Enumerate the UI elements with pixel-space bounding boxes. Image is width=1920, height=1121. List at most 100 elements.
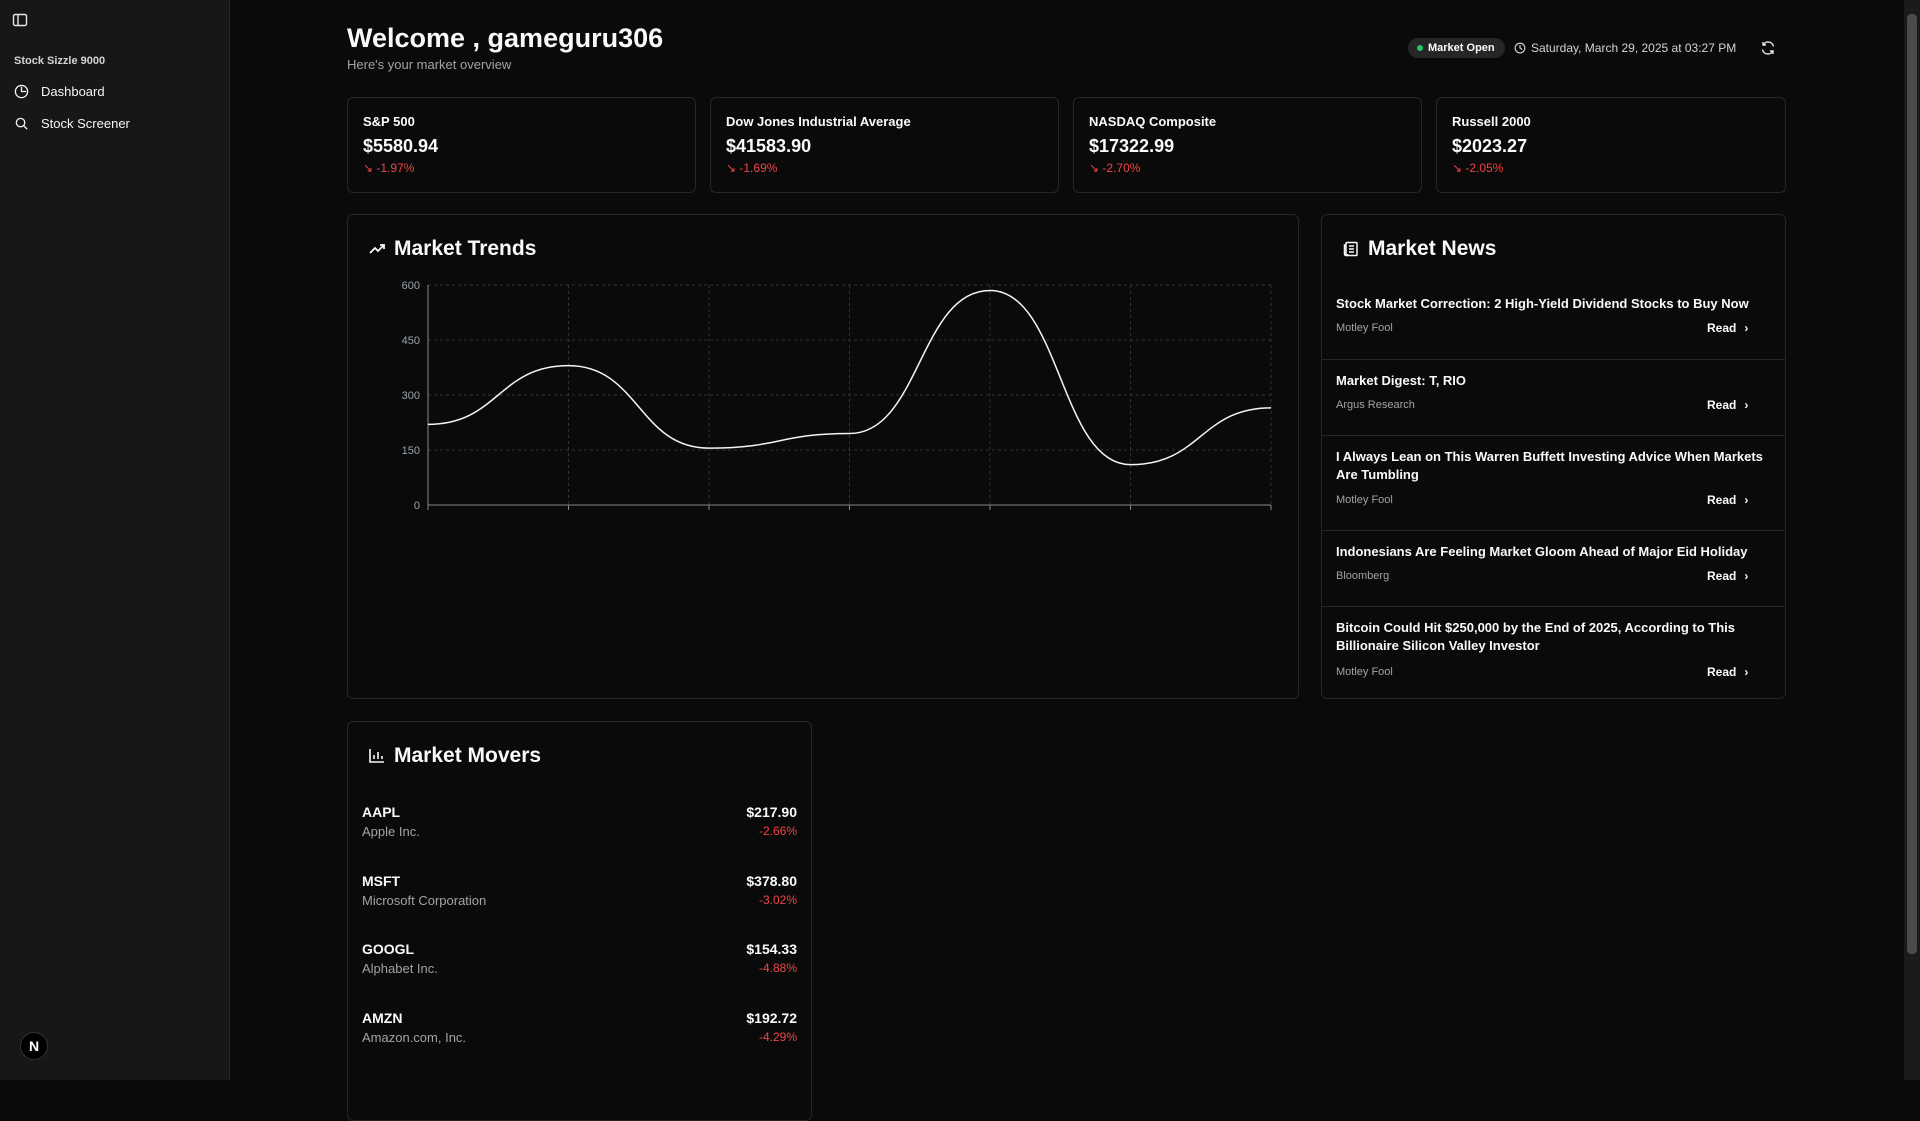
news-title: Bitcoin Could Hit $250,000 by the End of…: [1336, 620, 1735, 653]
index-change-text: -1.97%: [376, 161, 415, 175]
news-item[interactable]: Stock Market Correction: 2 High-Yield Di…: [1322, 283, 1785, 359]
sidebar-toggle-icon[interactable]: [12, 12, 28, 28]
news-source: Motley Fool: [1336, 494, 1393, 506]
bar-chart-icon: [369, 749, 384, 763]
index-value: $5580.94: [363, 136, 439, 156]
news-item[interactable]: Indonesians Are Feeling Market Gloom Ahe…: [1322, 530, 1785, 606]
news-title: Indonesians Are Feeling Market Gloom Ahe…: [1336, 544, 1748, 559]
index-value: $17322.99: [1089, 136, 1175, 156]
clock-pie-icon: [14, 84, 29, 98]
mover-change: -3.02%: [758, 893, 797, 907]
page-scrollbar[interactable]: [1904, 0, 1920, 1080]
mover-price: $378.80: [746, 873, 797, 889]
news-source: Argus Research: [1336, 399, 1415, 411]
market-news-card: Market News Stock Market Correction: 2 H…: [1321, 214, 1786, 699]
list-item[interactable]: GOOGL Alphabet Inc. $154.33 -4.88%: [362, 941, 797, 985]
avatar[interactable]: N: [20, 1032, 48, 1060]
trend-down-icon: ↘: [726, 161, 740, 175]
y-tick-label: 600: [402, 280, 420, 292]
news-read-button[interactable]: Read ›: [1707, 665, 1748, 679]
chevron-right-icon: ›: [1744, 493, 1749, 507]
y-tick-label: 300: [402, 390, 420, 402]
newspaper-icon: [1343, 241, 1358, 257]
y-tick-label: 450: [402, 335, 420, 347]
news-item[interactable]: I Always Lean on This Warren Buffett Inv…: [1322, 435, 1785, 530]
news-title: Stock Market Correction: 2 High-Yield Di…: [1336, 296, 1749, 311]
mover-price: $192.72: [746, 1010, 797, 1026]
news-title: Market Digest: T, RIO: [1336, 373, 1467, 388]
index-value: $41583.90: [726, 136, 812, 156]
chevron-right-icon: ›: [1744, 665, 1749, 679]
read-label: Read: [1707, 493, 1737, 507]
mover-price: $154.33: [746, 941, 797, 957]
read-label: Read: [1707, 321, 1737, 335]
mover-name: Alphabet Inc.: [362, 961, 438, 976]
clock-icon: [1514, 42, 1526, 54]
scrollbar-thumb[interactable]: [1907, 14, 1917, 954]
card-title-text: Market Trends: [394, 237, 537, 260]
news-read-button[interactable]: Read ›: [1707, 398, 1748, 412]
news-item[interactable]: Market Digest: T, RIO Argus Research Rea…: [1322, 359, 1785, 435]
news-item[interactable]: Bitcoin Could Hit $250,000 by the End of…: [1322, 606, 1785, 699]
market-trends-title: Market Trends: [368, 237, 536, 261]
index-change: ↘ -1.97%: [363, 161, 414, 175]
index-card-nasdaq[interactable]: NASDAQ Composite $17322.99 ↘ -2.70%: [1073, 97, 1422, 193]
mover-change: -4.29%: [758, 1030, 797, 1044]
index-card-dow-jones[interactable]: Dow Jones Industrial Average $41583.90 ↘…: [710, 97, 1059, 193]
index-change: ↘ -1.69%: [726, 161, 777, 175]
datetime-text: Saturday, March 29, 2025 at 03:27 PM: [1531, 41, 1737, 55]
market-trends-chart: 600 450 300 150 0: [402, 280, 1272, 512]
read-label: Read: [1707, 569, 1737, 583]
index-change-text: -2.70%: [1102, 161, 1141, 175]
index-name: S&P 500: [363, 114, 415, 129]
index-change: ↘ -2.70%: [1089, 161, 1140, 175]
index-name: Dow Jones Industrial Average: [726, 114, 911, 129]
page-subtitle: Here's your market overview: [347, 57, 512, 72]
search-icon: [15, 117, 28, 130]
mover-symbol: MSFT: [362, 873, 401, 889]
index-card-sp500[interactable]: S&P 500 $5580.94 ↘ -1.97%: [347, 97, 696, 193]
sidebar: Stock Sizzle 9000 Dashboard Stock Screen…: [0, 0, 230, 1080]
trend-down-icon: ↘: [1452, 161, 1466, 175]
card-title-text: Market Movers: [394, 744, 542, 767]
news-read-button[interactable]: Read ›: [1707, 321, 1748, 335]
list-item[interactable]: MSFT Microsoft Corporation $378.80 -3.02…: [362, 873, 797, 917]
mover-change: -2.66%: [758, 824, 797, 838]
card-title-text: Market News: [1368, 237, 1497, 260]
refresh-icon[interactable]: [1760, 40, 1776, 56]
sidebar-item-label: Stock Screener: [41, 115, 130, 131]
news-read-button[interactable]: Read ›: [1707, 569, 1748, 583]
news-source: Motley Fool: [1336, 666, 1393, 678]
market-trends-card: Market Trends 600 450 300 150 0: [347, 214, 1299, 699]
index-name: NASDAQ Composite: [1089, 114, 1217, 129]
sidebar-item-stock-screener[interactable]: Stock Screener: [14, 112, 214, 134]
news-read-button[interactable]: Read ›: [1707, 493, 1748, 507]
list-item[interactable]: AAPL Apple Inc. $217.90 -2.66%: [362, 804, 797, 848]
chevron-right-icon: ›: [1744, 398, 1749, 412]
chevron-right-icon: ›: [1744, 321, 1749, 335]
list-item[interactable]: AMZN Amazon.com, Inc. $192.72 -4.29%: [362, 1010, 797, 1054]
page-title: Welcome , gameguru306: [347, 23, 664, 53]
trend-down-icon: ↘: [1089, 161, 1103, 175]
sidebar-item-label: Dashboard: [41, 83, 105, 99]
trending-up-icon: [369, 244, 385, 254]
index-value: $2023.27: [1452, 136, 1528, 156]
mover-name: Amazon.com, Inc.: [362, 1030, 467, 1045]
mover-symbol: AMZN: [362, 1010, 403, 1026]
index-card-russell[interactable]: Russell 2000 $2023.27 ↘ -2.05%: [1436, 97, 1786, 193]
y-tick-label: 0: [414, 500, 420, 512]
mover-price: $217.90: [746, 804, 797, 820]
market-movers-card: Market Movers AAPL Apple Inc. $217.90 -2…: [347, 721, 812, 1121]
market-movers-title: Market Movers: [368, 744, 541, 768]
main-content: Welcome , gameguru306 Here's your market…: [231, 0, 1904, 1121]
market-status-badge: Market Open: [1408, 38, 1505, 58]
y-tick-label: 150: [402, 445, 420, 457]
app-name: Stock Sizzle 9000: [14, 55, 106, 67]
mover-symbol: GOOGL: [362, 941, 415, 957]
read-label: Read: [1707, 665, 1737, 679]
mover-symbol: AAPL: [362, 804, 401, 820]
sidebar-item-dashboard[interactable]: Dashboard: [14, 80, 214, 102]
news-source: Bloomberg: [1336, 570, 1390, 582]
index-name: Russell 2000: [1452, 114, 1531, 129]
index-change: ↘ -2.05%: [1452, 161, 1503, 175]
